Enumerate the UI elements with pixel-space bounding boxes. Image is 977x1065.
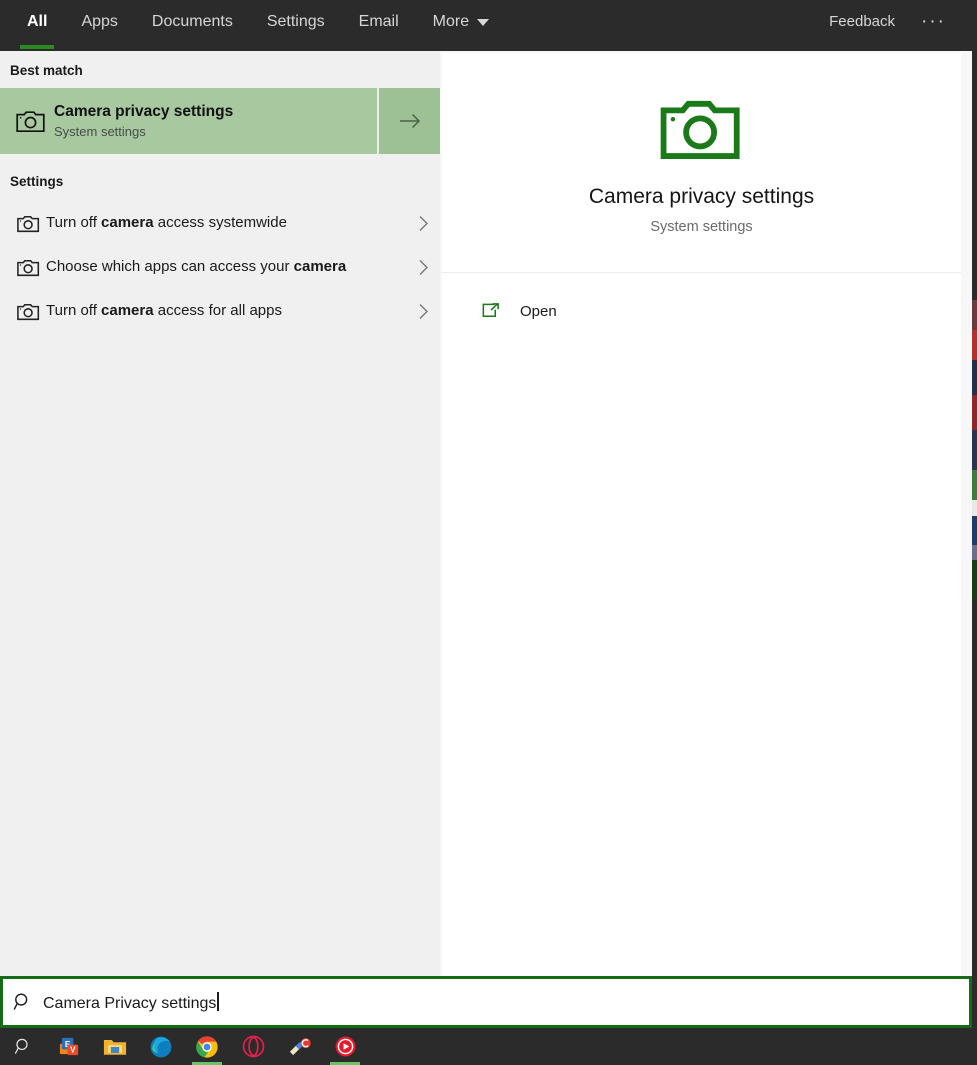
preview-divider <box>442 272 961 273</box>
text-cursor <box>217 991 219 1011</box>
search-category-tabs: All Apps Documents Settings Email More <box>0 0 506 49</box>
best-match-title: Camera privacy settings <box>54 103 234 120</box>
open-external-icon <box>476 301 504 322</box>
list-item-label-highlight: camera <box>293 257 347 275</box>
chevron-down-icon <box>477 18 490 26</box>
preview-card: Camera privacy settings System settings … <box>442 53 961 976</box>
tab-active-underline <box>20 45 55 49</box>
list-item[interactable]: Turn off camera access for all apps <box>0 289 440 333</box>
list-item-label-part: Choose which apps can access your <box>46 257 294 275</box>
preview-title: Camera privacy settings <box>588 185 815 208</box>
tab-more[interactable]: More <box>416 0 506 44</box>
preview-panel: Camera privacy settings System settings … <box>440 51 972 976</box>
google-chrome-taskbar-icon[interactable] <box>184 1028 230 1065</box>
open-action-button[interactable]: Open <box>442 285 961 337</box>
best-match-expand-button[interactable] <box>377 88 440 154</box>
opera-taskbar-icon[interactable] <box>230 1028 276 1065</box>
search-taskbar-icon[interactable] <box>0 1028 46 1065</box>
microsoft-edge-taskbar-icon[interactable] <box>138 1028 184 1065</box>
svg-text:V: V <box>70 1046 76 1055</box>
list-item[interactable]: Turn off camera access systemwide <box>0 201 440 245</box>
list-item-label-part: access for all apps <box>153 301 282 319</box>
tab-apps-label: Apps <box>81 13 118 30</box>
list-item-label-highlight: camera <box>101 213 154 231</box>
preview-hero: Camera privacy settings System settings <box>442 53 961 235</box>
chevron-right-icon <box>406 214 440 233</box>
list-item-label-part: Turn off <box>46 213 102 231</box>
tab-email-label: Email <box>358 13 399 30</box>
camera-icon <box>10 302 46 321</box>
ccleaner-taskbar-icon[interactable] <box>276 1028 322 1065</box>
tab-email[interactable]: Email <box>342 0 416 44</box>
camera-icon <box>10 214 46 233</box>
camera-icon <box>442 95 961 161</box>
list-item-label: Turn off camera access systemwide <box>46 213 406 234</box>
list-item[interactable]: Choose which apps can access your camera <box>0 245 440 289</box>
search-input-value: Camera Privacy settings <box>43 994 217 1012</box>
taskbar: E V <box>0 1028 977 1065</box>
tab-more-label: More <box>432 13 470 30</box>
header-right-actions: Feedback ··· <box>815 0 972 44</box>
search-header: All Apps Documents Settings Email More F… <box>0 0 972 51</box>
settings-section-heading: Settings <box>10 174 64 189</box>
media-player-taskbar-icon[interactable] <box>322 1028 368 1065</box>
tab-settings[interactable]: Settings <box>250 0 342 44</box>
chevron-right-icon <box>406 302 440 321</box>
feedback-button[interactable]: Feedback <box>815 0 909 44</box>
search-input-text[interactable]: Camera Privacy settings <box>43 991 219 1013</box>
search-results-content: Best match Camera privacy settings Syste… <box>0 51 972 976</box>
camera-icon <box>8 109 54 133</box>
tab-all-label: All <box>27 13 48 30</box>
best-match-result[interactable]: Camera privacy settings System settings <box>0 88 440 154</box>
open-action-label: Open <box>520 302 557 320</box>
search-icon <box>3 992 43 1012</box>
tab-documents-label: Documents <box>151 13 233 30</box>
best-match-main[interactable]: Camera privacy settings System settings <box>0 88 377 154</box>
visio-taskbar-icon[interactable]: E V <box>46 1028 92 1065</box>
results-list-panel: Best match Camera privacy settings Syste… <box>0 51 440 976</box>
camera-icon <box>10 258 46 277</box>
list-item-label-highlight: camera <box>101 301 154 319</box>
preview-subtitle: System settings <box>650 219 753 235</box>
chevron-right-icon <box>406 258 440 277</box>
more-options-icon[interactable]: ··· <box>909 0 958 44</box>
file-explorer-taskbar-icon[interactable] <box>92 1028 138 1065</box>
tab-documents[interactable]: Documents <box>135 0 250 44</box>
best-match-heading: Best match <box>10 63 83 78</box>
tab-settings-label: Settings <box>266 13 325 30</box>
list-item-label-part: Turn off <box>46 301 102 319</box>
list-item-label-part: access systemwide <box>153 213 287 231</box>
search-box[interactable]: Camera Privacy settings <box>0 976 972 1028</box>
best-match-subtitle: System settings <box>54 124 146 139</box>
tab-apps[interactable]: Apps <box>64 0 134 44</box>
tab-all[interactable]: All <box>10 0 64 49</box>
list-item-label: Turn off camera access for all apps <box>46 301 406 322</box>
list-item-label: Choose which apps can access your camera <box>46 257 406 278</box>
windows-search-overlay: All Apps Documents Settings Email More F… <box>0 0 977 1065</box>
best-match-text: Camera privacy settings System settings <box>54 103 233 139</box>
